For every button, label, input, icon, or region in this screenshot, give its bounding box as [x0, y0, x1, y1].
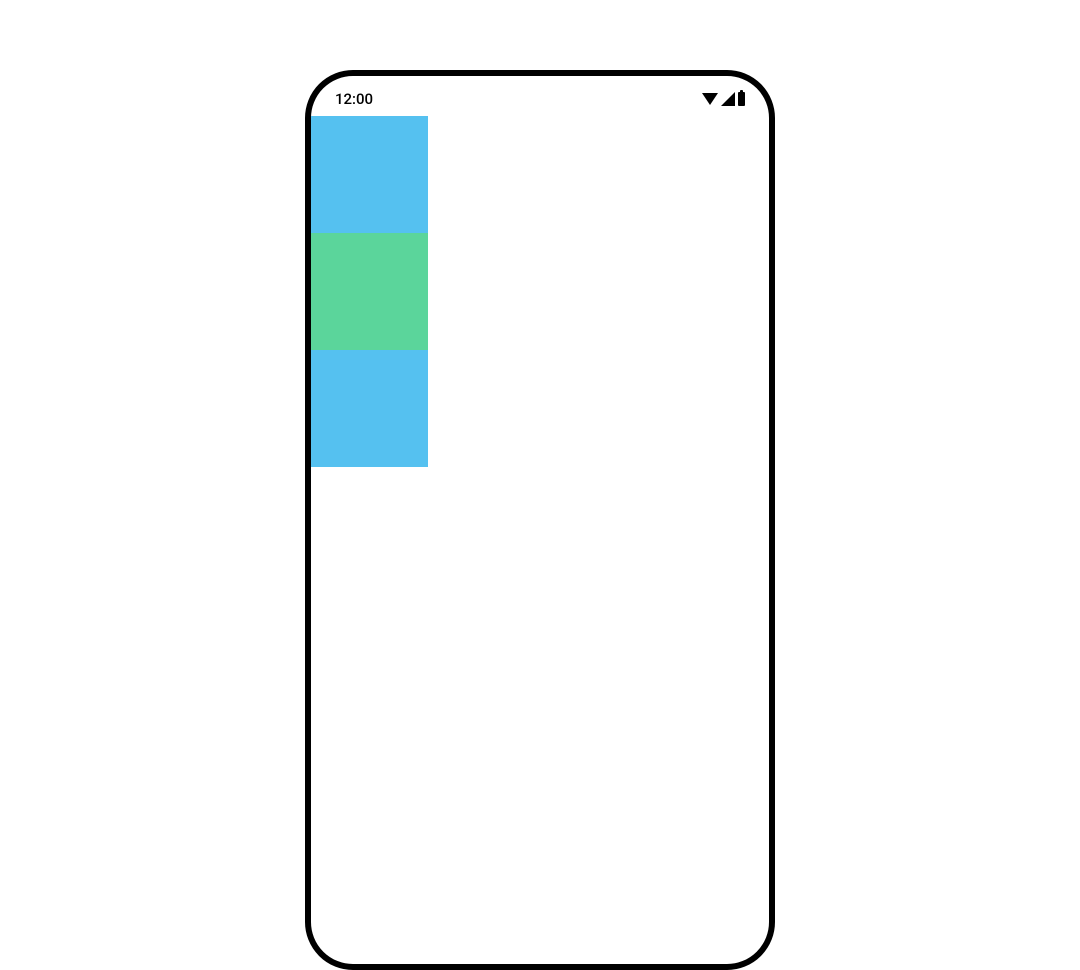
color-block-top: [311, 116, 428, 233]
vertical-block-stack: [311, 116, 428, 467]
color-block-bottom: [311, 350, 428, 467]
battery-icon: [738, 92, 745, 106]
screen-content: [311, 116, 769, 467]
status-icons-group: [702, 92, 745, 106]
status-time: 12:00: [335, 90, 373, 108]
color-block-middle: [311, 233, 428, 350]
wifi-icon: [702, 93, 718, 105]
status-bar: 12:00: [311, 76, 769, 116]
cellular-signal-icon: [721, 92, 735, 106]
phone-device-frame: 12:00: [305, 70, 775, 970]
